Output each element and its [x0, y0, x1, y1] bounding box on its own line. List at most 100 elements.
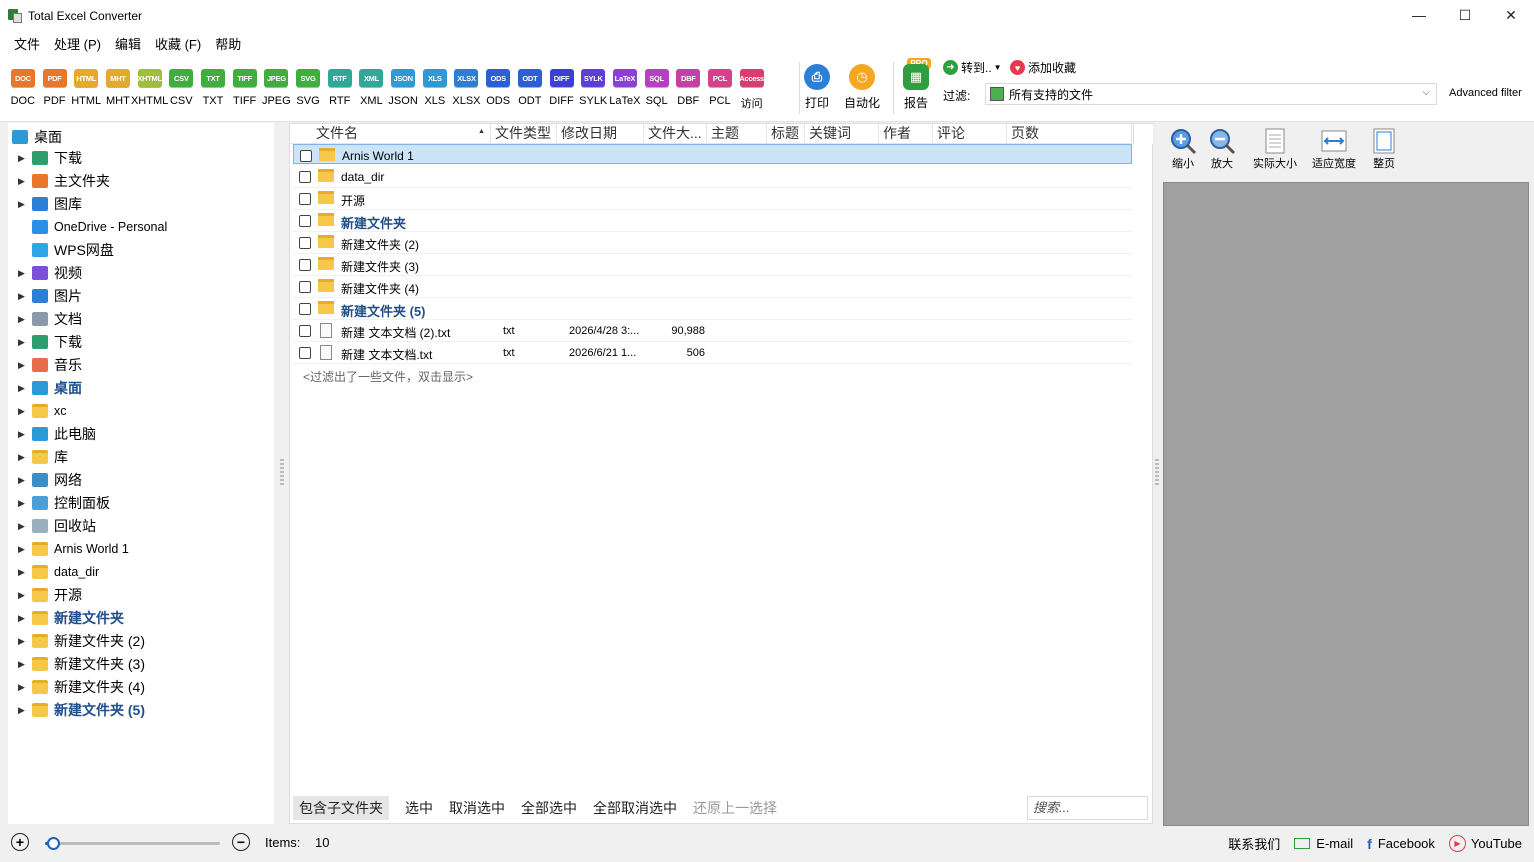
expand-arrow-icon[interactable]: ▶ — [18, 682, 28, 693]
format-xml-button[interactable]: XML XML — [356, 66, 388, 111]
row-checkbox[interactable] — [299, 193, 311, 205]
expand-arrow-icon[interactable]: ▶ — [18, 521, 28, 532]
column-header-cell[interactable]: 文件名 — [290, 124, 491, 144]
splitter-handle[interactable] — [280, 459, 284, 487]
row-checkbox[interactable] — [299, 347, 311, 359]
format-txt-button[interactable]: TXT TXT — [197, 66, 229, 111]
fit-width-button[interactable]: 适应宽度 — [1312, 127, 1356, 171]
file-row[interactable]: data_dir — [293, 166, 1132, 188]
menu-favorites[interactable]: 收藏 (F) — [148, 34, 208, 53]
goto-button[interactable]: ➜ 转到.. ▼ — [943, 59, 1002, 76]
expand-arrow-icon[interactable]: ▶ — [18, 314, 28, 325]
tree-item[interactable]: ▶ 文档 — [18, 308, 82, 330]
format-xls-button[interactable]: XLS XLS — [419, 66, 451, 111]
deselect-all-button[interactable]: 全部取消选中 — [587, 796, 683, 820]
row-checkbox[interactable] — [299, 171, 311, 183]
full-page-button[interactable]: 整页 — [1370, 127, 1398, 171]
row-checkbox[interactable] — [299, 259, 311, 271]
tree-item[interactable]: ▶ data_dir — [18, 561, 99, 583]
format-csv-button[interactable]: CSV CSV — [165, 66, 197, 111]
file-row[interactable]: 新建文件夹 (2) — [293, 232, 1132, 254]
format-access-button[interactable]: Access 访问 — [736, 66, 768, 111]
row-checkbox[interactable] — [299, 281, 311, 293]
zoom-slider[interactable] — [45, 837, 220, 850]
zoom-minus-button[interactable]: − — [232, 833, 250, 851]
expand-arrow-icon[interactable]: ▶ — [18, 498, 28, 509]
column-header-cell[interactable]: 修改日期 — [557, 124, 644, 144]
expand-arrow-icon[interactable]: ▶ — [18, 544, 28, 555]
expand-arrow-icon[interactable]: ▶ — [18, 291, 28, 302]
deselect-button[interactable]: 取消选中 — [443, 796, 511, 820]
format-html-button[interactable]: HTML HTML — [70, 66, 102, 111]
tree-root-desktop[interactable]: 桌面 — [12, 127, 62, 147]
expand-arrow-icon[interactable]: ▶ — [18, 360, 28, 371]
format-sylk-button[interactable]: SYLK SYLK — [577, 66, 609, 111]
tree-item[interactable]: ▶ 网络 — [18, 469, 82, 491]
menu-edit[interactable]: 编辑 — [108, 34, 148, 53]
format-latex-button[interactable]: LaTeX LaTeX — [609, 66, 641, 111]
tree-item[interactable]: ▶ 新建文件夹 (5) — [18, 699, 145, 721]
column-header-cell[interactable]: 页数 — [1007, 124, 1132, 144]
tree-item[interactable]: ▶ 新建文件夹 (3) — [18, 653, 145, 675]
format-jpeg-button[interactable]: JPEG JPEG — [261, 66, 293, 111]
file-row[interactable]: 开源 — [293, 188, 1132, 210]
contact-link[interactable]: 联系我们 — [1228, 834, 1280, 853]
expand-arrow-icon[interactable]: ▶ — [18, 176, 28, 187]
tree-item[interactable]: ▶ 图库 — [18, 193, 82, 215]
row-checkbox[interactable] — [299, 215, 311, 227]
expand-arrow-icon[interactable]: ▶ — [18, 406, 28, 417]
close-button[interactable]: ✕ — [1488, 0, 1534, 30]
row-checkbox[interactable] — [299, 325, 311, 337]
format-json-button[interactable]: JSON JSON — [387, 66, 419, 111]
format-diff-button[interactable]: DIFF DIFF — [546, 66, 578, 111]
tree-item[interactable]: OneDrive - Personal — [18, 216, 167, 238]
file-row[interactable]: 新建文件夹 — [293, 210, 1132, 232]
row-checkbox[interactable] — [299, 303, 311, 315]
tree-item[interactable]: ▶ 新建文件夹 (4) — [18, 676, 145, 698]
expand-arrow-icon[interactable]: ▶ — [18, 613, 28, 624]
maximize-button[interactable]: ☐ — [1442, 0, 1488, 30]
format-ods-button[interactable]: ODS ODS — [482, 66, 514, 111]
tree-item[interactable]: ▶ 新建文件夹 — [18, 607, 124, 629]
include-subfolders-toggle[interactable]: 包含子文件夹 — [293, 796, 389, 820]
filter-select[interactable]: 所有支持的文件 ⌵ — [985, 83, 1437, 105]
tree-item[interactable]: ▶ 音乐 — [18, 354, 82, 376]
menu-file[interactable]: 文件 — [7, 34, 47, 53]
row-checkbox[interactable] — [300, 150, 312, 162]
column-header-cell[interactable]: 标题 — [767, 124, 805, 144]
tree-item[interactable]: ▶ 开源 — [18, 584, 82, 606]
column-header-cell[interactable]: 评论 — [933, 124, 1007, 144]
format-svg-button[interactable]: SVG SVG — [292, 66, 324, 111]
minimize-button[interactable]: — — [1396, 0, 1442, 30]
expand-arrow-icon[interactable]: ▶ — [18, 337, 28, 348]
file-row[interactable]: Arnis World 1 — [293, 144, 1132, 164]
automate-button[interactable]: ◷ 自动化 — [844, 64, 880, 111]
tree-item[interactable]: ▶ 下载 — [18, 331, 82, 353]
expand-arrow-icon[interactable]: ▶ — [18, 383, 28, 394]
expand-arrow-icon[interactable]: ▶ — [18, 199, 28, 210]
format-pcl-button[interactable]: PCL PCL — [704, 66, 736, 111]
restore-selection-button[interactable]: 还原上一选择 — [687, 796, 783, 820]
file-row[interactable]: 新建文件夹 (5) — [293, 298, 1132, 320]
format-doc-button[interactable]: DOC DOC — [7, 66, 39, 111]
expand-arrow-icon[interactable]: ▶ — [18, 590, 28, 601]
add-favorite-button[interactable]: ♥ 添加收藏 — [1010, 59, 1076, 76]
filtered-notice[interactable]: <过滤出了一些文件，双击显示> — [303, 368, 473, 385]
select-button[interactable]: 选中 — [399, 796, 439, 820]
expand-arrow-icon[interactable]: ▶ — [18, 153, 28, 164]
format-dbf-button[interactable]: DBF DBF — [672, 66, 704, 111]
expand-arrow-icon[interactable]: ▶ — [18, 268, 28, 279]
tree-item[interactable]: WPS网盘 — [18, 239, 114, 261]
tree-item[interactable]: ▶ xc — [18, 400, 67, 422]
format-xhtml-button[interactable]: XHTML XHTML — [131, 66, 168, 111]
menu-process[interactable]: 处理 (P) — [47, 34, 108, 53]
file-row[interactable]: 新建 文本文档.txt txt 2026/6/21 1... 506 — [293, 342, 1132, 364]
advanced-filter-link[interactable]: Advanced filter — [1449, 87, 1522, 99]
tree-item[interactable]: ▶ 此电脑 — [18, 423, 96, 445]
expand-arrow-icon[interactable]: ▶ — [18, 452, 28, 463]
tree-item[interactable]: ▶ 库 — [18, 446, 68, 468]
tree-item[interactable]: ▶ 主文件夹 — [18, 170, 110, 192]
expand-arrow-icon[interactable]: ▶ — [18, 659, 28, 670]
tree-item[interactable]: ▶ 回收站 — [18, 515, 96, 537]
expand-arrow-icon[interactable]: ▶ — [18, 429, 28, 440]
